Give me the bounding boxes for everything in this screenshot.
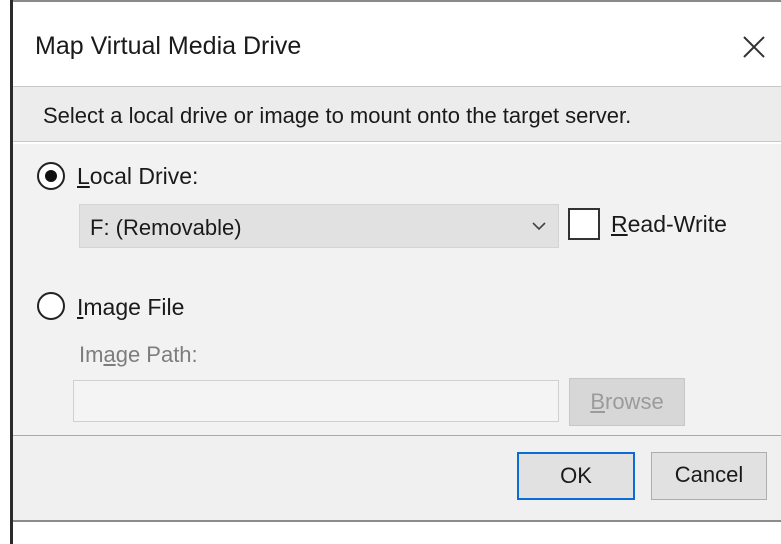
title-bar: Map Virtual Media Drive bbox=[13, 0, 781, 86]
source-group: Local Drive: F: (Removable) Read-Write I… bbox=[13, 144, 781, 436]
close-button[interactable] bbox=[737, 30, 771, 64]
browse-button[interactable]: Browse bbox=[569, 378, 685, 426]
dialog-title: Map Virtual Media Drive bbox=[35, 32, 302, 60]
close-icon bbox=[743, 36, 765, 58]
read-write-checkbox[interactable] bbox=[568, 208, 600, 240]
cancel-button[interactable]: Cancel bbox=[651, 452, 767, 500]
description-text: Select a local drive or image to mount o… bbox=[43, 103, 632, 128]
drive-select-value: F: (Removable) bbox=[90, 215, 242, 240]
image-path-label: Image Path: bbox=[79, 342, 198, 368]
chevron-down-icon bbox=[532, 222, 546, 231]
description-bar: Select a local drive or image to mount o… bbox=[13, 86, 781, 142]
browse-accesskey: B bbox=[590, 389, 605, 414]
local-drive-radio[interactable] bbox=[37, 162, 65, 190]
image-file-label[interactable]: Image File bbox=[77, 294, 184, 321]
read-write-accesskey: R bbox=[611, 211, 628, 237]
read-write-label-text: ead-Write bbox=[627, 211, 727, 237]
image-file-radio[interactable] bbox=[37, 292, 65, 320]
image-file-label-text: mage File bbox=[83, 294, 185, 320]
image-path-input[interactable] bbox=[73, 380, 559, 422]
image-path-accesskey: a bbox=[103, 342, 116, 367]
map-virtual-media-dialog: Map Virtual Media Drive Select a local d… bbox=[10, 0, 781, 544]
local-drive-label-text: ocal Drive: bbox=[89, 163, 199, 189]
local-drive-label[interactable]: Local Drive: bbox=[77, 163, 198, 190]
browse-label: rowse bbox=[605, 389, 664, 414]
local-drive-accesskey: L bbox=[77, 163, 90, 189]
ok-button[interactable]: OK bbox=[517, 452, 635, 500]
image-path-label-a: Im bbox=[79, 342, 104, 367]
button-bar: OK Cancel bbox=[13, 436, 781, 522]
read-write-label[interactable]: Read-Write bbox=[611, 211, 727, 238]
image-path-label-b: ge Path: bbox=[115, 342, 198, 367]
drive-select[interactable]: F: (Removable) bbox=[79, 204, 559, 248]
